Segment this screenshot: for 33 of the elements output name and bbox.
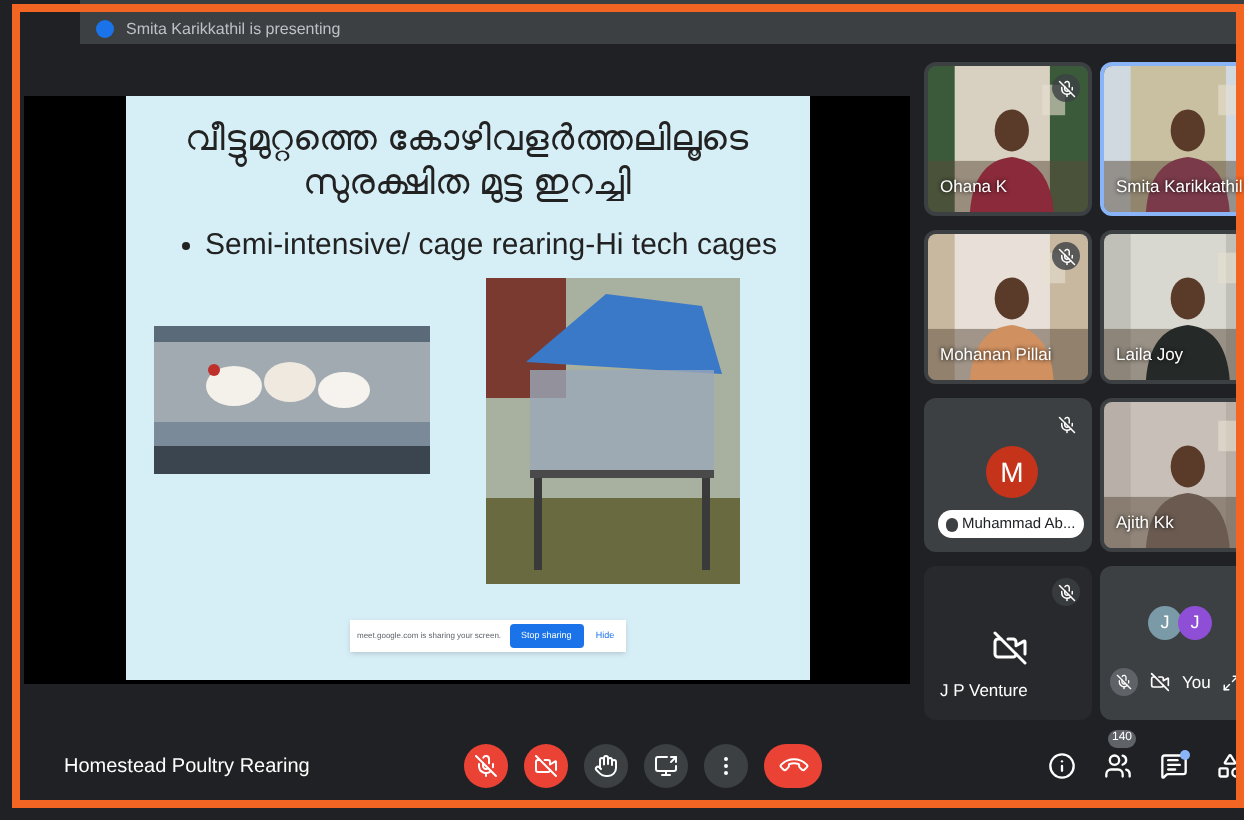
participant-tile[interactable]: Ohana K (924, 62, 1092, 216)
more-options-button[interactable] (704, 744, 748, 788)
participant-avatar: J (1148, 606, 1182, 640)
participant-name: J P Venture (940, 678, 1028, 704)
camera-off-icon (1150, 672, 1170, 692)
participant-avatar: M (986, 446, 1038, 498)
speaker-icon (946, 517, 958, 531)
info-icon[interactable] (1048, 752, 1076, 780)
present-button[interactable] (644, 744, 688, 788)
presenting-icon (96, 20, 114, 38)
participant-name: Ohana K (940, 174, 1008, 200)
hand-icon (594, 754, 618, 778)
microphone-button[interactable] (464, 744, 508, 788)
present-screen-icon (654, 754, 678, 778)
bullet-icon (181, 242, 189, 251)
participant-name: You (1182, 669, 1211, 695)
camera-button[interactable] (524, 744, 568, 788)
meeting-title: Homestead Poultry Rearing (64, 753, 312, 781)
camera-off-icon (534, 754, 558, 778)
participant-name: Laila Joy (1116, 342, 1184, 368)
participant-name: Mohanan Pillai (940, 342, 1052, 368)
raise-hand-button[interactable] (584, 744, 628, 788)
camera-off-icon (992, 630, 1028, 666)
slide-bullet: Semi-intensive/ cage rearing-Hi tech cages (205, 226, 777, 266)
slide-title: സുരക്ഷിത മുട്ട ഇറച്ചി (302, 162, 631, 204)
chat-button[interactable] (1160, 752, 1188, 780)
expand-icon[interactable] (1222, 673, 1241, 691)
participant-tile[interactable]: J P Venture (924, 566, 1092, 720)
leave-call-button[interactable] (764, 744, 822, 788)
mic-off-icon (474, 754, 498, 778)
participant-avatar: J (1178, 606, 1212, 640)
participant-name: Ajith Kk (1116, 510, 1174, 536)
presenting-text: Smita Karikkathil is presenting (126, 17, 341, 41)
